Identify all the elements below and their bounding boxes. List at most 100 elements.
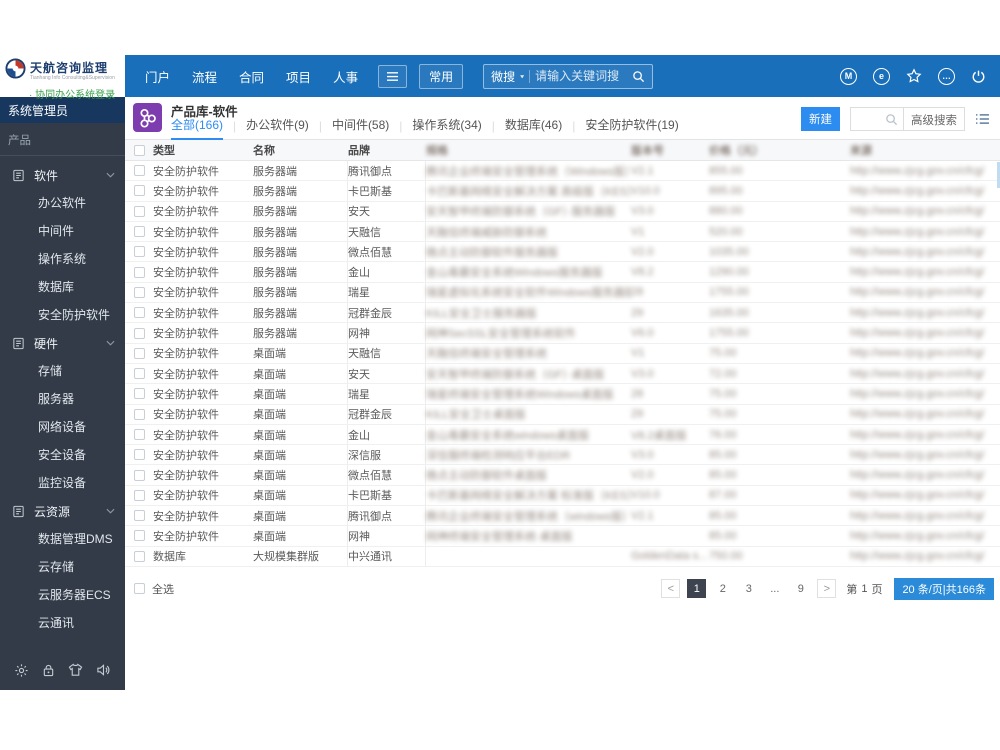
cell: 微点佰慧 [348,242,426,262]
header-checkbox[interactable] [133,144,145,156]
tab-2[interactable]: 中间件(58) [332,116,389,140]
sidebar-item-0-0[interactable]: 办公软件 [0,189,125,217]
search-engine-selector[interactable]: 微搜 [491,68,515,85]
new-button[interactable]: 新建 [801,107,840,131]
table-row: 安全防护软件 服务器端 瑞星 瑞星虚拟化系统安全软件Windows服务器版 28 1755… [125,282,1000,304]
column-settings-icon[interactable] [975,113,990,125]
sidebar-item-0-2[interactable]: 操作系统 [0,245,125,273]
row-checkbox[interactable] [133,246,145,258]
tab-5[interactable]: 安全防护软件(19) [585,116,678,140]
cell: 75.00 [709,408,737,421]
speaker-icon[interactable] [96,663,111,677]
prev-page-button[interactable]: < [661,579,681,599]
advanced-search-button[interactable]: 高级搜索 [903,108,964,130]
sidebar-item-1-0[interactable]: 存储 [0,357,125,385]
favorites-star-icon[interactable] [906,68,922,84]
current-page-number[interactable]: 1 [861,583,867,595]
row-checkbox[interactable] [133,347,145,359]
row-checkbox[interactable] [133,368,145,380]
nav-item-1[interactable]: 流程 [192,67,217,86]
sidebar-item-2-1[interactable]: 云存储 [0,553,125,581]
cell: V10.0 [631,184,660,197]
table-search-input[interactable] [851,113,885,125]
cell: 腾讯御点 [348,506,426,526]
sidebar-item-1-4[interactable]: 监控设备 [0,469,125,497]
row-checkbox[interactable] [133,286,145,298]
row-checkbox[interactable] [133,469,145,481]
row-checkbox[interactable] [133,226,145,238]
company-name: 天航咨询监理 [30,60,109,75]
column-header-6: 来源 [850,145,872,157]
nav-item-0[interactable]: 门户 [145,67,170,86]
sidebar-item-1-3[interactable]: 安全设备 [0,441,125,469]
cell: V8.2桌面版 [631,429,687,442]
more-options-icon[interactable]: … [938,67,955,85]
tab-0[interactable]: 全部(166) [171,116,224,140]
page-button-9[interactable]: 9 [791,579,810,598]
row-checkbox[interactable] [133,165,145,177]
table-row: 安全防护软件 桌面端 网神 网神终端安全管理系统·桌面版 85.00 http://www… [125,526,1000,547]
top-navigation-bar: 门户流程合同项目人事 常用 微搜 ▾ Me… [125,55,1000,97]
cell: 520.00 [709,225,743,238]
row-checkbox[interactable] [133,185,145,197]
sidebar-item-2-3[interactable]: 云通讯 [0,609,125,637]
row-checkbox[interactable] [133,388,145,400]
power-logout-icon[interactable] [971,69,986,84]
cell: http://www.zjcg.gov.cn/cfcg/ [850,469,985,482]
toolbar: 新建 高级搜索 [801,107,990,131]
search-icon[interactable] [632,70,645,83]
row-checkbox[interactable] [133,510,145,522]
sidebar-item-2-2[interactable]: 云服务器ECS [0,581,125,609]
tab-3[interactable]: 操作系统(34) [412,116,481,140]
sidebar-item-0-1[interactable]: 中间件 [0,217,125,245]
row-checkbox[interactable] [133,266,145,278]
page-button-...[interactable]: ... [765,579,784,598]
row-checkbox[interactable] [133,530,145,542]
sidebar-item-2-0[interactable]: 数据管理DMS [0,525,125,553]
page-button-2[interactable]: 2 [713,579,732,598]
next-page-button[interactable]: > [817,579,837,599]
cell: 服务器端 [253,181,348,201]
page-button-1[interactable]: 1 [687,579,707,599]
message-icon[interactable]: e [873,67,890,85]
global-search-input[interactable] [535,69,628,83]
search-icon[interactable] [885,113,898,126]
category-icon [12,505,25,518]
table-row: 安全防护软件 服务器端 天融信 天融信终端威胁防御系统 V1 520.00 http://w… [125,221,1000,243]
tab-4[interactable]: 数据库(46) [505,116,562,140]
common-menu-button[interactable]: 常用 [419,63,464,89]
row-checkbox[interactable] [133,327,145,339]
nav-item-4[interactable]: 人事 [333,67,358,86]
page-button-3[interactable]: 3 [739,579,758,598]
sidebar-item-0-3[interactable]: 数据库 [0,273,125,301]
row-checkbox[interactable] [133,408,145,420]
row-checkbox[interactable] [133,205,145,217]
sidebar-item-1-1[interactable]: 服务器 [0,385,125,413]
sidebar-item-0-4[interactable]: 安全防护软件 [0,301,125,329]
apps-menu-button[interactable] [378,64,408,88]
cell: 中兴通讯 [348,546,426,566]
sidebar-item-1-2[interactable]: 网络设备 [0,413,125,441]
row-checkbox[interactable] [133,489,145,501]
sidebar-group-2[interactable]: 云资源 [0,497,125,525]
lock-icon[interactable] [42,663,55,678]
product-library-icon [133,103,162,137]
cell: 腾讯企业终端安全管理系统（Windows版） [426,165,631,178]
theme-shirt-icon[interactable] [68,663,83,677]
nav-item-3[interactable]: 项目 [286,67,311,86]
row-checkbox[interactable] [133,307,145,319]
sidebar-group-0[interactable]: 软件 [0,161,125,189]
gear-icon[interactable] [14,663,29,678]
oa-login-link[interactable]: · 协同办公系统登录 [29,86,125,101]
row-checkbox[interactable] [133,449,145,461]
nav-item-2[interactable]: 合同 [239,67,264,86]
page-size-summary[interactable]: 20 条/页|共166条 [894,577,994,600]
row-checkbox[interactable] [133,429,145,440]
sidebar-group-1[interactable]: 硬件 [0,329,125,357]
tab-1[interactable]: 办公软件(9) [246,116,309,140]
cell: 网神SecSSL安全管理系统软件 [426,328,576,341]
select-all[interactable]: 全选 [134,581,174,597]
m-app-icon[interactable]: M [840,67,857,85]
select-all-checkbox[interactable] [134,583,145,595]
row-checkbox[interactable] [133,550,145,562]
